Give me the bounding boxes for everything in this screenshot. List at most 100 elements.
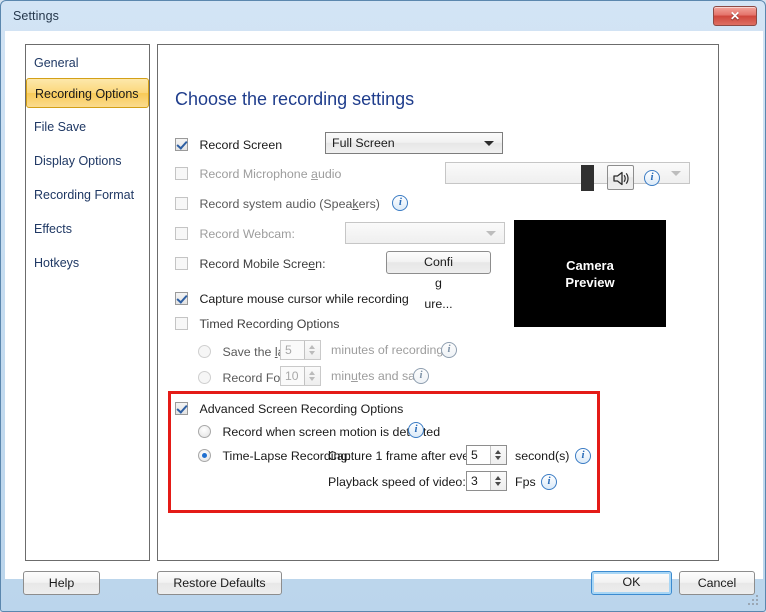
advanced-options-checkbox[interactable] — [175, 402, 188, 415]
sidebar-item-recording-options[interactable]: Recording Options — [26, 78, 149, 108]
info-icon[interactable] — [441, 342, 457, 358]
timed-recording-row: Timed Recording Options — [175, 315, 339, 335]
spinner-buttons[interactable] — [304, 341, 320, 359]
sidebar-item-hotkeys[interactable]: Hotkeys — [26, 248, 149, 278]
spinner-buttons[interactable] — [304, 367, 320, 385]
spinner-down-icon[interactable] — [309, 377, 315, 381]
spinner-buttons[interactable] — [490, 472, 506, 490]
record-microphone-row: Record Microphone audio — [175, 165, 341, 185]
camera-preview-text: Camera Preview — [514, 257, 666, 291]
record-for-row: Record For — [198, 369, 284, 389]
save-last-value: 5 — [285, 343, 292, 357]
record-system-audio-label: Record system audio (Speakers) — [199, 197, 380, 211]
advanced-options-row: Advanced Screen Recording Options — [175, 400, 403, 420]
capture-cursor-row: Capture mouse cursor while recording — [175, 290, 409, 310]
close-button[interactable]: ✕ — [713, 6, 757, 26]
record-mobile-screen-checkbox[interactable] — [175, 257, 188, 270]
capture-frame-label: Capture 1 frame after every — [328, 449, 480, 463]
motion-detect-radio[interactable] — [198, 425, 211, 438]
spinner-up-icon[interactable] — [309, 371, 315, 375]
sidebar-item-general[interactable]: General — [26, 48, 149, 78]
playback-speed-unit: Fps — [515, 475, 536, 489]
screen-mode-combobox[interactable]: Full Screen — [325, 132, 503, 154]
playback-speed-spinner[interactable]: 3 — [466, 471, 507, 491]
camera-preview: Camera Preview — [514, 220, 666, 327]
save-last-suffix: minutes of recordings — [331, 343, 450, 357]
chevron-down-icon — [486, 231, 496, 236]
capture-interval-value: 5 — [471, 448, 478, 462]
microphone-level-meter — [581, 165, 594, 191]
info-icon[interactable] — [413, 368, 429, 384]
motion-detect-row: Record when screen motion is detected — [198, 423, 440, 443]
info-icon[interactable] — [541, 474, 557, 490]
record-screen-row: Record Screen — [175, 136, 282, 156]
sidebar-item-file-save[interactable]: File Save — [26, 112, 149, 142]
sidebar-item-display-options[interactable]: Display Options — [26, 146, 149, 176]
configure-button[interactable]: Confi g ure... — [386, 251, 491, 311]
ok-button-label: OK — [622, 575, 641, 589]
record-for-value: 10 — [285, 369, 299, 383]
capture-cursor-label: Capture mouse cursor while recording — [199, 292, 409, 306]
page-title: Choose the recording settings — [175, 89, 415, 109]
record-for-radio[interactable] — [198, 371, 211, 384]
playback-speed-value: 3 — [471, 474, 478, 488]
ok-button[interactable]: OK — [591, 571, 672, 595]
sidebar-item-recording-format[interactable]: Recording Format — [26, 180, 149, 210]
spinner-down-icon[interactable] — [309, 351, 315, 355]
capture-interval-unit: second(s) — [515, 449, 570, 463]
record-webcam-checkbox[interactable] — [175, 227, 188, 240]
settings-sidebar: General Recording Options File Save Disp… — [25, 44, 150, 561]
settings-window: Settings ✕ General Recording Options Fil… — [0, 0, 766, 612]
timed-recording-checkbox[interactable] — [175, 317, 188, 330]
time-lapse-radio[interactable] — [198, 449, 211, 462]
spinner-down-icon[interactable] — [495, 456, 501, 460]
screen-mode-value: Full Screen — [332, 136, 395, 150]
record-system-audio-row: Record system audio (Speakers) — [175, 195, 409, 215]
speaker-button[interactable] — [607, 165, 634, 190]
spinner-up-icon[interactable] — [495, 476, 501, 480]
spinner-down-icon[interactable] — [495, 482, 501, 486]
resize-grip[interactable] — [747, 595, 760, 608]
webcam-device-combobox[interactable] — [345, 222, 505, 244]
restore-defaults-button[interactable]: Restore Defaults — [157, 571, 282, 595]
advanced-options-label: Advanced Screen Recording Options — [199, 402, 404, 416]
cancel-button[interactable]: Cancel — [679, 571, 755, 595]
chevron-down-icon — [671, 171, 681, 176]
record-microphone-label: Record Microphone audio — [199, 167, 342, 181]
info-icon[interactable] — [408, 422, 424, 438]
window-title: Settings — [13, 9, 59, 23]
chevron-down-icon — [484, 141, 494, 146]
capture-cursor-checkbox[interactable] — [175, 292, 188, 305]
sidebar-item-effects[interactable]: Effects — [26, 214, 149, 244]
record-webcam-row: Record Webcam: — [175, 225, 295, 245]
record-webcam-label: Record Webcam: — [199, 227, 295, 241]
record-for-label: Record For — [222, 371, 285, 385]
capture-interval-spinner[interactable]: 5 — [466, 445, 507, 465]
spinner-up-icon[interactable] — [309, 345, 315, 349]
help-button[interactable]: Help — [23, 571, 100, 595]
camera-preview-line1: Camera — [566, 257, 614, 273]
restore-defaults-button-label: Restore Defaults — [173, 576, 266, 590]
record-screen-checkbox[interactable] — [175, 138, 188, 151]
info-icon[interactable] — [575, 448, 591, 464]
dialog-client-area: General Recording Options File Save Disp… — [5, 31, 763, 595]
info-icon[interactable] — [644, 170, 660, 186]
info-icon[interactable] — [392, 195, 409, 211]
spinner-buttons[interactable] — [490, 446, 506, 464]
save-last-radio[interactable] — [198, 345, 211, 358]
record-mobile-screen-row: Record Mobile Screen: — [175, 255, 326, 275]
timed-recording-label: Timed Recording Options — [199, 317, 340, 331]
spinner-up-icon[interactable] — [495, 450, 501, 454]
close-icon: ✕ — [729, 9, 741, 23]
recording-options-panel: Choose the recording settings Record Scr… — [157, 44, 719, 561]
record-microphone-checkbox[interactable] — [175, 167, 188, 180]
record-for-spinner[interactable]: 10 — [280, 366, 321, 386]
save-last-spinner[interactable]: 5 — [280, 340, 321, 360]
title-bar: Settings ✕ — [1, 1, 765, 31]
speaker-icon — [613, 171, 629, 186]
cancel-button-label: Cancel — [697, 576, 737, 590]
record-system-audio-checkbox[interactable] — [175, 197, 188, 210]
camera-preview-line2: Preview — [565, 274, 615, 290]
record-mobile-screen-label: Record Mobile Screen: — [199, 257, 326, 271]
help-button-label: Help — [48, 576, 75, 590]
